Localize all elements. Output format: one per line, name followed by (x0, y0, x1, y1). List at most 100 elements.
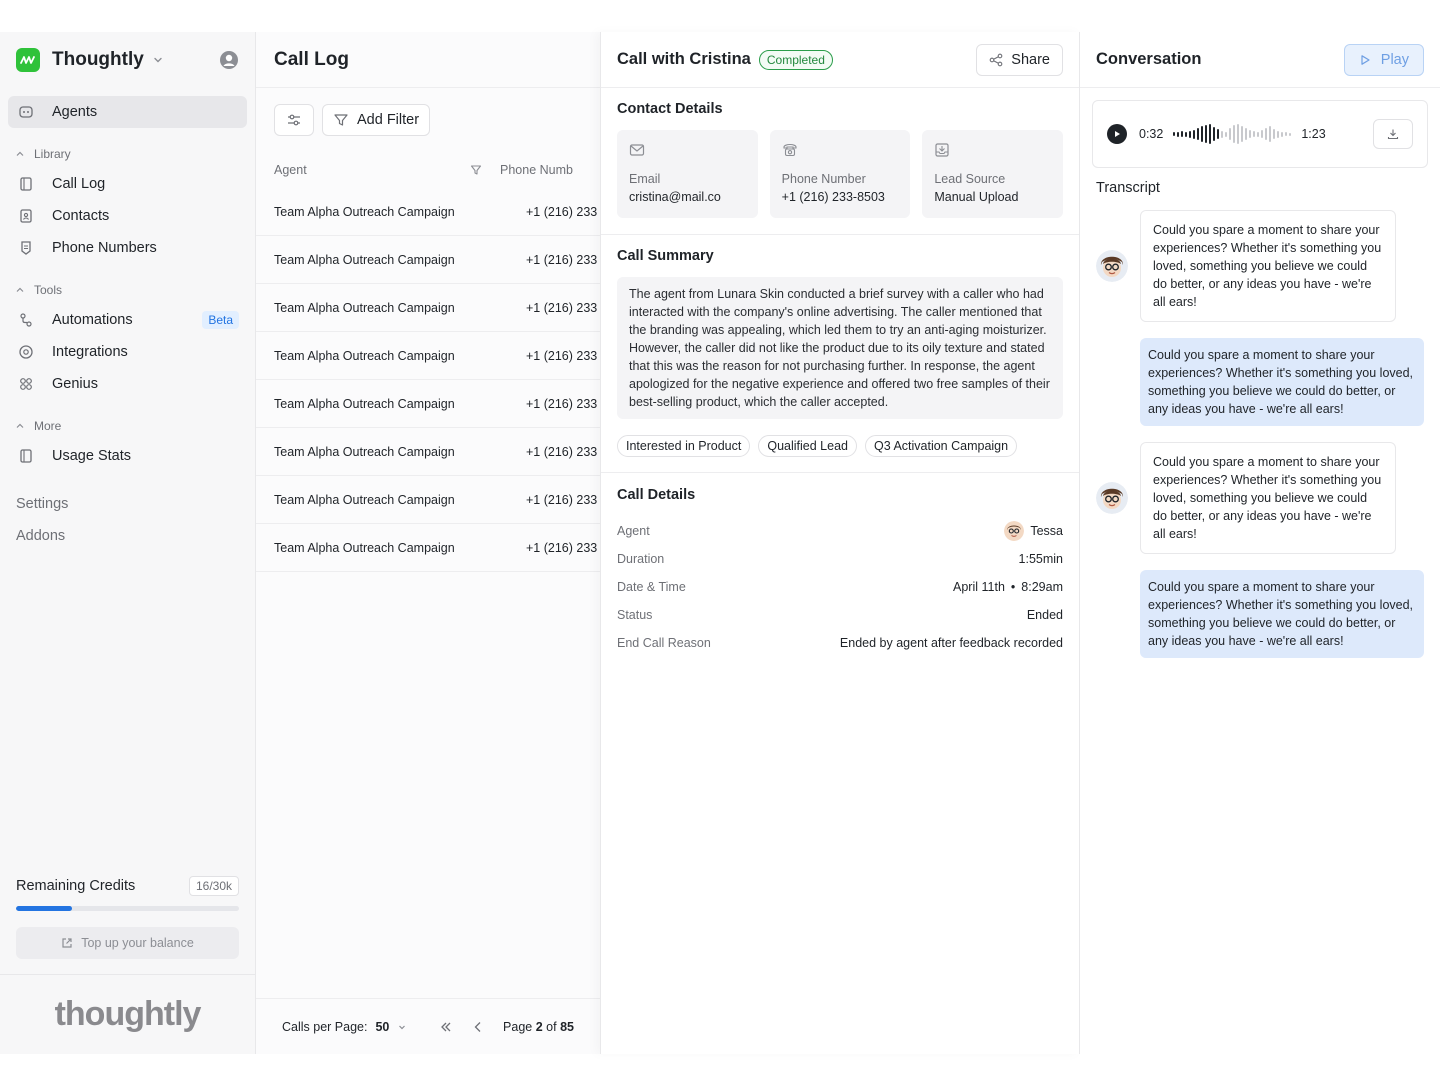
waveform-bar (1281, 131, 1284, 137)
play-button[interactable]: Play (1343, 43, 1424, 76)
audio-current-time: 0:32 (1139, 127, 1164, 141)
sidebar-item-label: Call Log (52, 176, 106, 192)
transcript-message-agent: Could you spare a moment to share your e… (1096, 442, 1424, 554)
top-up-button[interactable]: Top up your balance (16, 927, 239, 959)
call-log-icon (16, 174, 36, 194)
workspace-switcher[interactable]: Thoughtly (0, 32, 255, 88)
chevron-down-icon[interactable] (397, 1022, 407, 1032)
sidebar-item-settings[interactable]: Settings (0, 488, 255, 520)
sidebar-item-phone-numbers[interactable]: Phone Numbers (8, 232, 247, 264)
section-library[interactable]: Library (8, 144, 247, 164)
audio-play-button[interactable] (1107, 124, 1127, 144)
waveform-bar (1253, 131, 1256, 137)
automations-icon (16, 310, 36, 330)
transcript-list: Could you spare a moment to share your e… (1080, 210, 1440, 658)
waveform-bar (1289, 132, 1292, 136)
call-title: Call with Cristina (617, 50, 751, 68)
sidebar-item-call-log[interactable]: Call Log (8, 168, 247, 200)
agent-avatar (1004, 521, 1025, 541)
sidebar-item-contacts[interactable]: Contacts (8, 200, 247, 232)
filter-icon (334, 114, 348, 126)
sidebar-item-automations[interactable]: Automations Beta (8, 304, 247, 336)
conversation-title: Conversation (1096, 50, 1202, 68)
column-header-agent: Agent (274, 163, 307, 177)
waveform-bar (1197, 128, 1200, 140)
download-button[interactable] (1373, 119, 1413, 149)
sidebar-item-integrations[interactable]: Integrations (8, 336, 247, 368)
status-badge: Completed (758, 49, 833, 70)
table-row[interactable]: Team Alpha Outreach Campaign +1 (216) 233 (256, 476, 600, 524)
table-row[interactable]: Team Alpha Outreach Campaign +1 (216) 233 (256, 524, 600, 572)
column-settings-button[interactable] (274, 104, 314, 136)
contact-card-lead-source: Lead Source Manual Upload (922, 130, 1064, 218)
chevron-up-icon (16, 423, 24, 428)
contacts-icon (16, 206, 36, 226)
tag[interactable]: Q3 Activation Campaign (864, 435, 1018, 457)
separator-dot: • (1010, 580, 1016, 594)
table-row[interactable]: Team Alpha Outreach Campaign +1 (216) 233 (256, 236, 600, 284)
waveform-bar (1277, 130, 1280, 138)
table-row[interactable]: Team Alpha Outreach Campaign +1 (216) 233 (256, 332, 600, 380)
audio-waveform[interactable] (1173, 122, 1292, 146)
sidebar-item-label: Agents (52, 104, 98, 120)
column-filter-icon[interactable] (470, 164, 482, 176)
user-message-bubble: Could you spare a moment to share your e… (1140, 338, 1424, 426)
waveform-bar (1237, 124, 1240, 144)
section-title: Call Details (617, 487, 696, 503)
column-header-phone: Phone Numb (500, 163, 573, 177)
table-row[interactable]: Team Alpha Outreach Campaign +1 (216) 233 (256, 284, 600, 332)
credits-label: Remaining Credits (16, 878, 136, 894)
detail-row-duration: Duration 1:55min (617, 552, 1063, 566)
detail-row-datetime: Date & Time April 11th • 8:29am (617, 580, 1063, 594)
sidebar-item-addons[interactable]: Addons (0, 520, 255, 552)
sidebar-item-usage-stats[interactable]: Usage Stats (8, 440, 247, 472)
credits-panel: Remaining Credits 16/30k Top up your bal… (16, 876, 239, 959)
table-row[interactable]: Team Alpha Outreach Campaign +1 (216) 233 (256, 380, 600, 428)
waveform-bar (1225, 131, 1228, 137)
sidebar-item-label: Automations (52, 312, 133, 328)
add-filter-button[interactable]: Add Filter (322, 104, 431, 136)
waveform-bar (1249, 130, 1252, 138)
download-tray-icon (934, 142, 1051, 158)
section-more[interactable]: More (8, 416, 247, 436)
tag[interactable]: Qualified Lead (758, 435, 857, 457)
transcript-title: Transcript (1096, 180, 1160, 196)
phone-numbers-icon (16, 238, 36, 258)
thoughtly-logo-icon (16, 48, 40, 72)
waveform-bar (1245, 128, 1248, 140)
sidebar-nav: Agents Library Call Log Contacts Phone N… (0, 88, 255, 480)
first-page-icon[interactable] (439, 1020, 453, 1034)
tag[interactable]: Interested in Product (617, 435, 751, 457)
sliders-icon (288, 114, 300, 126)
waveform-bar (1221, 130, 1224, 138)
sidebar-item-label: Integrations (52, 344, 128, 360)
user-avatar-icon[interactable] (219, 50, 239, 70)
waveform-bar (1265, 128, 1268, 140)
previous-page-icon[interactable] (471, 1020, 485, 1034)
share-button[interactable]: Share (976, 43, 1063, 76)
page-indicator: Page 2 of 85 (503, 1019, 574, 1034)
sidebar-item-agents[interactable]: Agents (8, 96, 247, 128)
table-row[interactable]: Team Alpha Outreach Campaign +1 (216) 233 (256, 428, 600, 476)
waveform-bar (1177, 131, 1180, 137)
play-icon (1361, 54, 1370, 65)
transcript-message-user: Could you spare a moment to share your e… (1096, 570, 1440, 658)
agent-message-bubble: Could you spare a moment to share your e… (1140, 210, 1396, 322)
sidebar-item-label: Genius (52, 376, 98, 392)
call-log-panel: Call Log Add Filter Agent Phone Numb Tea… (256, 32, 600, 1054)
sidebar-item-label: Usage Stats (52, 448, 131, 464)
detail-row-end-reason: End Call Reason Ended by agent after fee… (617, 636, 1063, 650)
credits-progress-bar (16, 906, 239, 911)
waveform-bar (1233, 125, 1236, 143)
call-details-panel: Call with Cristina Completed Share Conta… (600, 32, 1080, 1054)
section-tools[interactable]: Tools (8, 280, 247, 300)
contact-phone: +1 (216) 233-8503 (781, 190, 885, 204)
calls-per-page-select[interactable]: 50 (375, 1020, 389, 1034)
call-summary-text: The agent from Lunara Skin conducted a b… (617, 277, 1063, 419)
phone-icon (782, 142, 899, 158)
chevron-down-icon (154, 57, 162, 63)
agent-message-bubble: Could you spare a moment to share your e… (1140, 442, 1396, 554)
audio-total-time: 1:23 (1301, 127, 1326, 141)
table-row[interactable]: Team Alpha Outreach Campaign +1 (216) 233 (256, 188, 600, 236)
sidebar-item-genius[interactable]: Genius (8, 368, 247, 400)
